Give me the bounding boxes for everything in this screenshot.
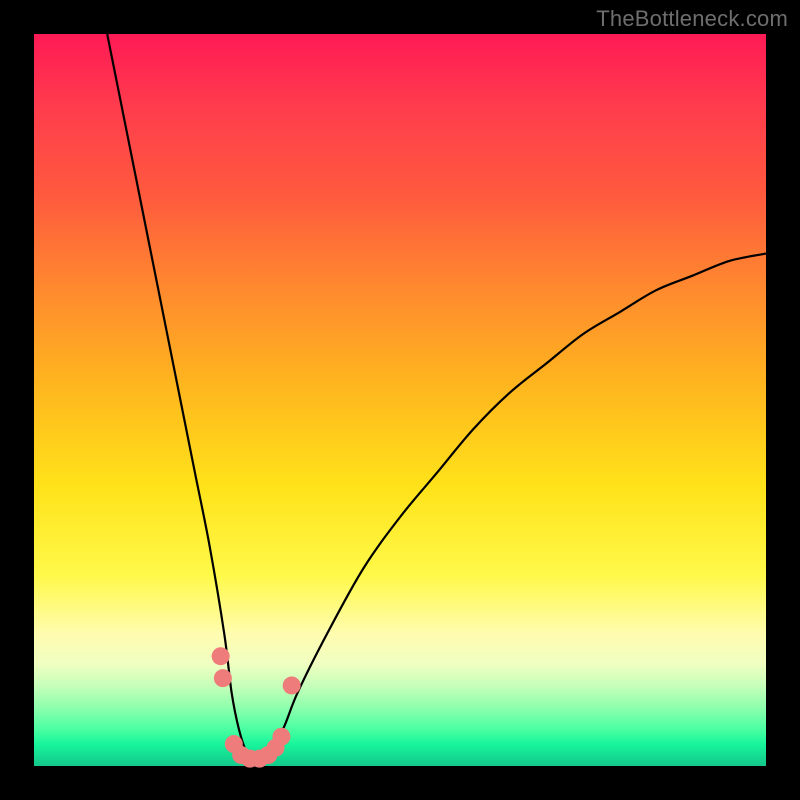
chart-svg (34, 34, 766, 766)
marker-dot (212, 647, 230, 665)
bottleneck-curve-path (107, 34, 766, 760)
marker-dot (272, 728, 290, 746)
highlight-markers (212, 647, 301, 767)
watermark-text: TheBottleneck.com (596, 6, 788, 32)
plot-area (34, 34, 766, 766)
chart-frame: TheBottleneck.com (0, 0, 800, 800)
marker-dot (214, 669, 232, 687)
marker-dot (283, 676, 301, 694)
